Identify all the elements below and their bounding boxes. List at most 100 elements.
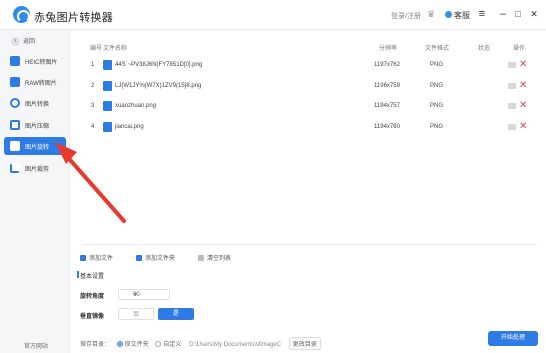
rotate-angle-select[interactable]: 90 ▼ <box>118 289 170 300</box>
clear-list-label: 清空列表 <box>207 256 232 262</box>
add-folder-label: 添加文件夹 <box>145 256 176 262</box>
title-bar: 赤兔图片转换器 登录/注册 ♛ 客服 ≡ – □ ✕ <box>0 0 546 30</box>
delete-icon[interactable]: ✕ <box>519 80 527 91</box>
compress-icon <box>10 120 20 130</box>
row-resolution: 1194x760 <box>374 124 400 130</box>
convert-icon <box>10 98 20 108</box>
image-file-icon <box>103 101 112 111</box>
header-index: 编号 <box>90 46 103 52</box>
folder-icon[interactable] <box>508 62 516 68</box>
minimize-button[interactable]: – <box>496 7 510 21</box>
add-folder-icon <box>136 255 142 262</box>
sidebar-item-raw[interactable]: RAW转图片 <box>4 73 66 91</box>
app-logo-icon <box>13 6 30 23</box>
crown-icon[interactable]: ♛ <box>427 9 439 19</box>
radio-custom-folder[interactable] <box>155 341 162 348</box>
table-row[interactable]: 4 jiancai.png 1194x760 PNG ✕ <box>82 118 537 138</box>
customer-service-icon[interactable] <box>445 11 452 18</box>
save-directory-row: 保存目录： 原文件夹 自定义 D:\Users\My Documents\sfi… <box>80 337 321 350</box>
sidebar-item-rotate[interactable]: 图片旋转 <box>4 137 66 155</box>
sidebar-item-convert[interactable]: 图片转换 <box>4 94 66 112</box>
header-action: 操作 <box>513 46 526 52</box>
heic-icon <box>10 56 20 66</box>
row-format: PNG <box>430 124 444 130</box>
save-directory-label: 保存目录： <box>80 342 111 348</box>
row-index: 3 <box>91 103 95 109</box>
login-register-link[interactable]: 登录/注册 <box>391 11 421 21</box>
sidebar-item-label: 图片转换 <box>25 102 50 108</box>
rotate-angle-label: 旋转角度 <box>80 294 105 300</box>
trash-icon <box>198 255 204 262</box>
raw-icon <box>10 77 20 87</box>
row-index: 2 <box>91 83 95 89</box>
row-format: PNG <box>430 83 444 89</box>
start-processing-button[interactable]: 开始处理 <box>488 331 538 346</box>
add-file-button[interactable]: 添加文件 <box>80 253 113 264</box>
header-name: 文件名称 <box>103 46 128 52</box>
add-folder-button[interactable]: 添加文件夹 <box>136 253 175 264</box>
image-file-icon <box>103 60 112 70</box>
radio-original-folder[interactable] <box>116 341 123 348</box>
row-file-name: xuanzhuan.png <box>115 103 157 109</box>
table-row[interactable]: 3 xuanzhuan.png 1194x757 PNG ✕ <box>82 97 537 117</box>
file-table-header: 编号 文件名称 分辨率 文件格式 状态 操作 <box>82 40 537 53</box>
add-file-icon <box>80 255 86 262</box>
row-resolution: 1196x759 <box>374 83 400 89</box>
maximize-button[interactable]: □ <box>511 7 525 21</box>
rotate-icon <box>10 141 20 151</box>
row-format: PNG <box>430 103 444 109</box>
custom-folder-label[interactable]: 自定义 <box>163 342 181 348</box>
row-index: 4 <box>91 124 95 130</box>
row-resolution: 1194x757 <box>374 103 400 109</box>
sidebar-item-heic[interactable]: HEIC转图片 <box>4 52 66 70</box>
folder-icon[interactable] <box>508 83 516 89</box>
delete-icon[interactable]: ✕ <box>519 100 527 111</box>
sidebar-item-label: 图片压缩 <box>25 124 50 130</box>
chevron-down-icon: ▼ <box>133 292 138 298</box>
sidebar-item-label: HEIC转图片 <box>25 60 58 66</box>
file-toolbar: 添加文件 添加文件夹 清空列表 <box>80 253 280 264</box>
header-status: 状态 <box>478 46 491 52</box>
app-window: 赤兔图片转换器 登录/注册 ♛ 客服 ≡ – □ ✕ ‹ 返回 HEIC转图片 R… <box>0 0 546 353</box>
mirror-no-button[interactable]: 否 <box>118 308 154 320</box>
change-directory-button[interactable]: 更改目录 <box>288 337 321 350</box>
delete-icon[interactable]: ✕ <box>519 59 527 70</box>
folder-icon[interactable] <box>508 124 516 130</box>
mirror-yes-button[interactable]: 是 <box>158 308 194 320</box>
row-file-name: jiancai.png <box>115 124 144 130</box>
header-resolution: 分辨率 <box>379 46 398 52</box>
row-index: 1 <box>91 62 95 68</box>
back-label: 返回 <box>23 39 36 45</box>
header-format: 文件格式 <box>425 46 450 52</box>
back-button[interactable]: ‹ 返回 <box>11 36 35 46</box>
image-file-icon <box>103 81 112 91</box>
row-file-name: LJ{W1JY%{W7X)1ZV9(15]8.png <box>115 83 202 89</box>
table-row[interactable]: 2 LJ{W1JY%{W7X)1ZV9(15]8.png 1196x759 PN… <box>82 77 537 97</box>
sidebar-item-label: 图片裁剪 <box>25 167 50 173</box>
sidebar-item-label: 图片旋转 <box>25 145 50 151</box>
row-file-name: 44S`~PV38J6N}FY7851D[0].png <box>115 62 203 68</box>
add-file-label: 添加文件 <box>89 256 114 262</box>
table-row[interactable]: 1 44S`~PV38J6N}FY7851D[0].png 1197x762 P… <box>82 56 537 76</box>
sidebar: ‹ 返回 HEIC转图片 RAW转图片 图片转换 图片压缩 图片旋转 图片裁剪 官… <box>0 30 70 353</box>
crop-icon <box>10 163 20 173</box>
row-resolution: 1197x762 <box>374 62 400 68</box>
image-file-icon <box>103 122 112 132</box>
vertical-mirror-label: 垂直镜像 <box>80 314 105 320</box>
menu-button[interactable]: ≡ <box>475 7 489 21</box>
clear-list-button[interactable]: 清空列表 <box>198 253 231 264</box>
sidebar-item-crop[interactable]: 图片裁剪 <box>4 159 66 177</box>
delete-icon[interactable]: ✕ <box>519 121 527 132</box>
basic-settings-title: 基本设置 <box>76 271 104 280</box>
official-site-link[interactable]: 官方网站 <box>24 341 48 350</box>
close-button[interactable]: ✕ <box>527 7 541 21</box>
save-path: D:\Users\My Documents\sfimageC <box>189 342 282 348</box>
folder-icon[interactable] <box>508 103 516 109</box>
sidebar-item-label: RAW转图片 <box>25 81 57 87</box>
app-title: 赤兔图片转换器 <box>34 12 114 24</box>
row-format: PNG <box>430 62 444 68</box>
chevron-left-icon: ‹ <box>11 36 20 46</box>
sidebar-item-compress[interactable]: 图片压缩 <box>4 116 66 134</box>
customer-service-button[interactable]: 客服 <box>454 10 470 21</box>
original-folder-label[interactable]: 原文件夹 <box>125 342 149 348</box>
